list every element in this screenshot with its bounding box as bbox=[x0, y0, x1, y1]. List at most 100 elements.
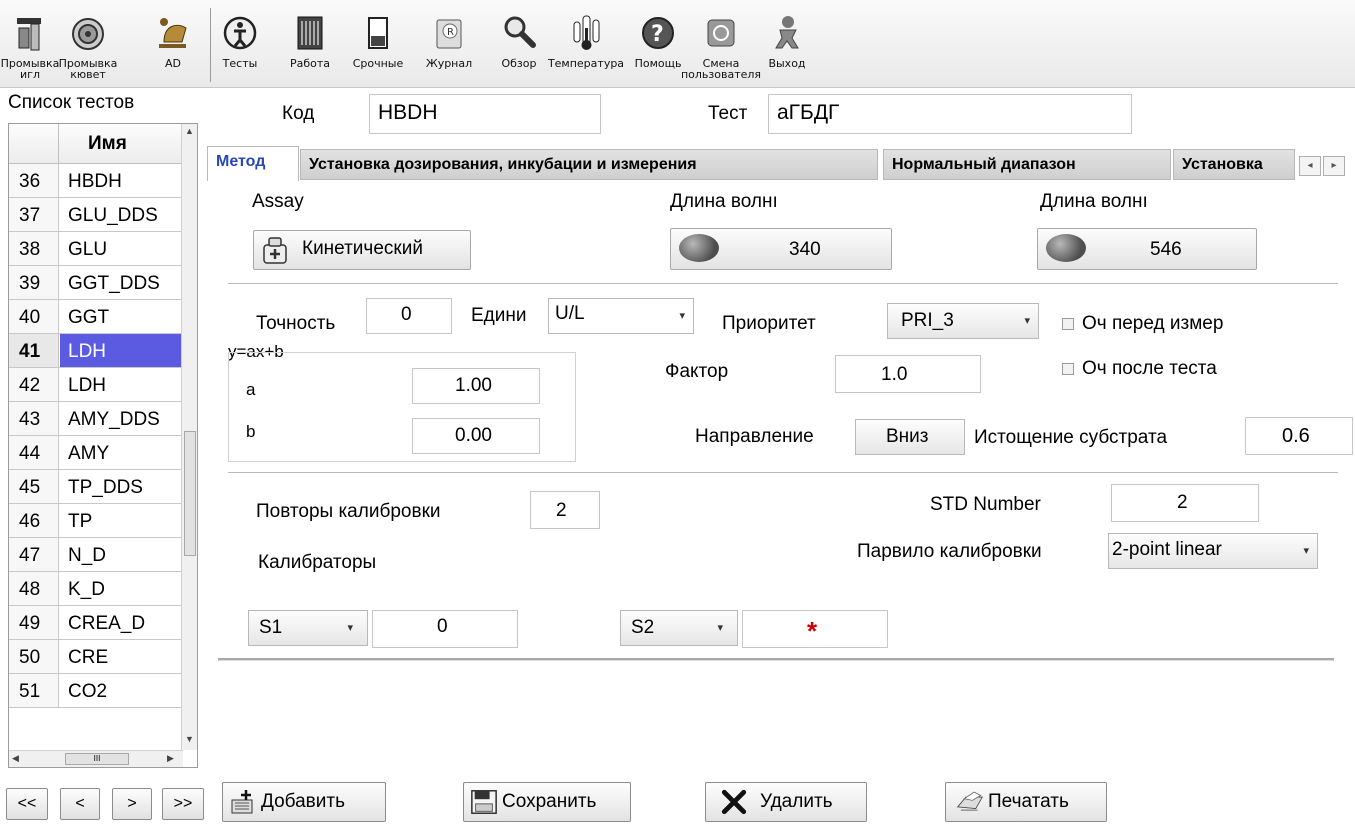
row-test-name[interactable]: CO2 bbox=[60, 674, 183, 707]
test-list[interactable]: Имя 36 HBDH 37 GLU_DDS 38 GLU 39 GGT_DDS 40 GGT 41… bbox=[8, 123, 198, 768]
add-button[interactable]: Добавить bbox=[222, 782, 386, 822]
table-row[interactable]: 37 GLU_DDS bbox=[9, 198, 183, 232]
table-row[interactable]: 48 K_D bbox=[9, 572, 183, 606]
scroll-thumb[interactable] bbox=[184, 431, 196, 556]
wavelength2-button[interactable]: 546 bbox=[1037, 228, 1257, 270]
calibration-rule-dropdown[interactable]: 2-point linear ▾ bbox=[1108, 533, 1318, 569]
add-icon bbox=[231, 790, 253, 814]
toolbar-thermometer-button[interactable]: Температура bbox=[546, 8, 626, 86]
row-number: 36 bbox=[9, 164, 59, 197]
save-button[interactable]: Сохранить bbox=[463, 782, 631, 822]
toolbar-tests-button[interactable]: Тесты bbox=[200, 8, 280, 86]
calibration-repeats-field[interactable]: 2 bbox=[530, 491, 600, 529]
toolbar-label: Выход bbox=[768, 58, 805, 69]
table-row[interactable]: 50 CRE bbox=[9, 640, 183, 674]
row-test-name[interactable]: CREA_D bbox=[60, 606, 183, 639]
calibrator-s2-label: S2 bbox=[631, 617, 655, 638]
save-icon bbox=[471, 790, 497, 814]
scroll-up-icon[interactable]: ▲ bbox=[185, 126, 194, 136]
clean-before-checkbox[interactable] bbox=[1062, 318, 1074, 330]
std-number-field[interactable]: 2 bbox=[1111, 484, 1259, 522]
tab-scroll-right-icon[interactable]: ▸ bbox=[1323, 156, 1345, 176]
tab-method[interactable]: Метод bbox=[207, 146, 299, 181]
table-row[interactable]: 40 GGT bbox=[9, 300, 183, 334]
row-test-name[interactable]: LDH bbox=[60, 334, 183, 367]
scroll-down-icon[interactable]: ▼ bbox=[185, 734, 194, 744]
delete-button[interactable]: Удалить bbox=[705, 782, 867, 822]
b-field[interactable]: 0.00 bbox=[412, 418, 540, 454]
calibrator-s2-dropdown[interactable]: S2 ▾ bbox=[620, 610, 738, 646]
table-row[interactable]: 36 HBDH bbox=[9, 164, 183, 198]
direction-dropdown[interactable]: Вниз bbox=[855, 419, 965, 455]
header-name-column[interactable]: Имя bbox=[60, 124, 183, 164]
table-row[interactable]: 38 GLU bbox=[9, 232, 183, 266]
units-dropdown[interactable]: U/L ▾ bbox=[548, 298, 694, 334]
toolbar-urgent-button[interactable]: Срочные bbox=[338, 8, 418, 86]
table-row[interactable]: 51 CO2 bbox=[9, 674, 183, 708]
toolbar-journal-button[interactable]: R Журнал bbox=[409, 8, 489, 86]
toolbar-cuvette-wash-button[interactable]: Промывка кювет bbox=[48, 8, 128, 86]
table-row[interactable]: 41 LDH bbox=[9, 334, 183, 368]
table-row[interactable]: 43 AMY_DDS bbox=[9, 402, 183, 436]
toolbar-label-line1: Температура bbox=[547, 57, 625, 70]
substrate-depletion-field[interactable]: 0.6 bbox=[1245, 417, 1353, 455]
row-test-name[interactable]: GGT bbox=[60, 300, 183, 333]
row-test-name[interactable]: TP bbox=[60, 504, 183, 537]
a-field[interactable]: 1.00 bbox=[412, 368, 540, 404]
calibrator-s1-dropdown[interactable]: S1 ▾ bbox=[248, 610, 368, 646]
row-test-name[interactable]: CRE bbox=[60, 640, 183, 673]
list-vertical-scrollbar[interactable]: ▲ ▼ bbox=[181, 124, 197, 750]
test-name-field[interactable]: аГБДГ bbox=[768, 94, 1132, 134]
row-test-name[interactable]: K_D bbox=[60, 572, 183, 605]
precision-field[interactable]: 0 bbox=[366, 298, 452, 334]
priority-dropdown[interactable]: PRI_3 ▾ bbox=[887, 303, 1039, 339]
row-test-name[interactable]: GGT_DDS bbox=[60, 266, 183, 299]
row-test-name[interactable]: GLU bbox=[60, 232, 183, 265]
tab-setup[interactable]: Установка bbox=[1173, 149, 1295, 180]
table-row[interactable]: 42 LDH bbox=[9, 368, 183, 402]
ad-icon bbox=[156, 14, 190, 52]
row-test-name[interactable]: AMY_DDS bbox=[60, 402, 183, 435]
table-row[interactable]: 45 TP_DDS bbox=[9, 470, 183, 504]
row-test-name[interactable]: HBDH bbox=[60, 164, 183, 197]
assay-type-button[interactable]: Кинетический bbox=[253, 230, 471, 270]
wavelength1-label: Длина волнı bbox=[670, 191, 778, 212]
calibrator-s1-field[interactable]: 0 bbox=[372, 610, 518, 648]
row-number: 51 bbox=[9, 674, 59, 707]
calibrator-s2-field[interactable]: * bbox=[742, 610, 888, 648]
first-record-button[interactable]: << bbox=[6, 788, 48, 820]
row-test-name[interactable]: GLU_DDS bbox=[60, 198, 183, 231]
tab-scroll-left-icon[interactable]: ◂ bbox=[1299, 156, 1321, 176]
printer-icon bbox=[956, 791, 984, 812]
code-field[interactable]: HBDH bbox=[369, 94, 601, 134]
next-record-button[interactable]: > bbox=[112, 788, 152, 820]
delete-button-label: Удалить bbox=[760, 791, 833, 812]
row-test-name[interactable]: TP_DDS bbox=[60, 470, 183, 503]
save-button-label: Сохранить bbox=[502, 791, 597, 812]
list-horizontal-scrollbar[interactable]: ◀ III ▶ bbox=[9, 750, 183, 767]
hscroll-thumb[interactable]: III bbox=[65, 753, 129, 765]
table-row[interactable]: 39 GGT_DDS bbox=[9, 266, 183, 300]
svg-text:?: ? bbox=[651, 22, 664, 47]
row-test-name[interactable]: N_D bbox=[60, 538, 183, 571]
row-test-name[interactable]: AMY bbox=[60, 436, 183, 469]
factor-field[interactable]: 1.0 bbox=[835, 355, 981, 393]
row-test-name[interactable]: LDH bbox=[60, 368, 183, 401]
toolbar-exit-button[interactable]: Выход bbox=[747, 8, 827, 86]
wavelength1-button[interactable]: 340 bbox=[670, 228, 892, 270]
clean-after-checkbox[interactable] bbox=[1062, 363, 1074, 375]
table-row[interactable]: 47 N_D bbox=[9, 538, 183, 572]
previous-record-button[interactable]: < bbox=[60, 788, 100, 820]
table-row[interactable]: 46 TP bbox=[9, 504, 183, 538]
row-number: 44 bbox=[9, 436, 59, 469]
toolbar-label: Тесты bbox=[223, 58, 258, 69]
tests-icon bbox=[223, 14, 257, 52]
scroll-right-icon[interactable]: ▶ bbox=[167, 753, 174, 764]
tab-dosing-setup[interactable]: Установка дозирования, инкубации и измер… bbox=[300, 149, 878, 180]
tab-normal-range[interactable]: Нормальный диапазон bbox=[883, 149, 1171, 180]
last-record-button[interactable]: >> bbox=[162, 788, 204, 820]
print-button[interactable]: Печатать bbox=[945, 782, 1107, 822]
scroll-left-icon[interactable]: ◀ bbox=[12, 753, 19, 764]
table-row[interactable]: 49 CREA_D bbox=[9, 606, 183, 640]
table-row[interactable]: 44 AMY bbox=[9, 436, 183, 470]
